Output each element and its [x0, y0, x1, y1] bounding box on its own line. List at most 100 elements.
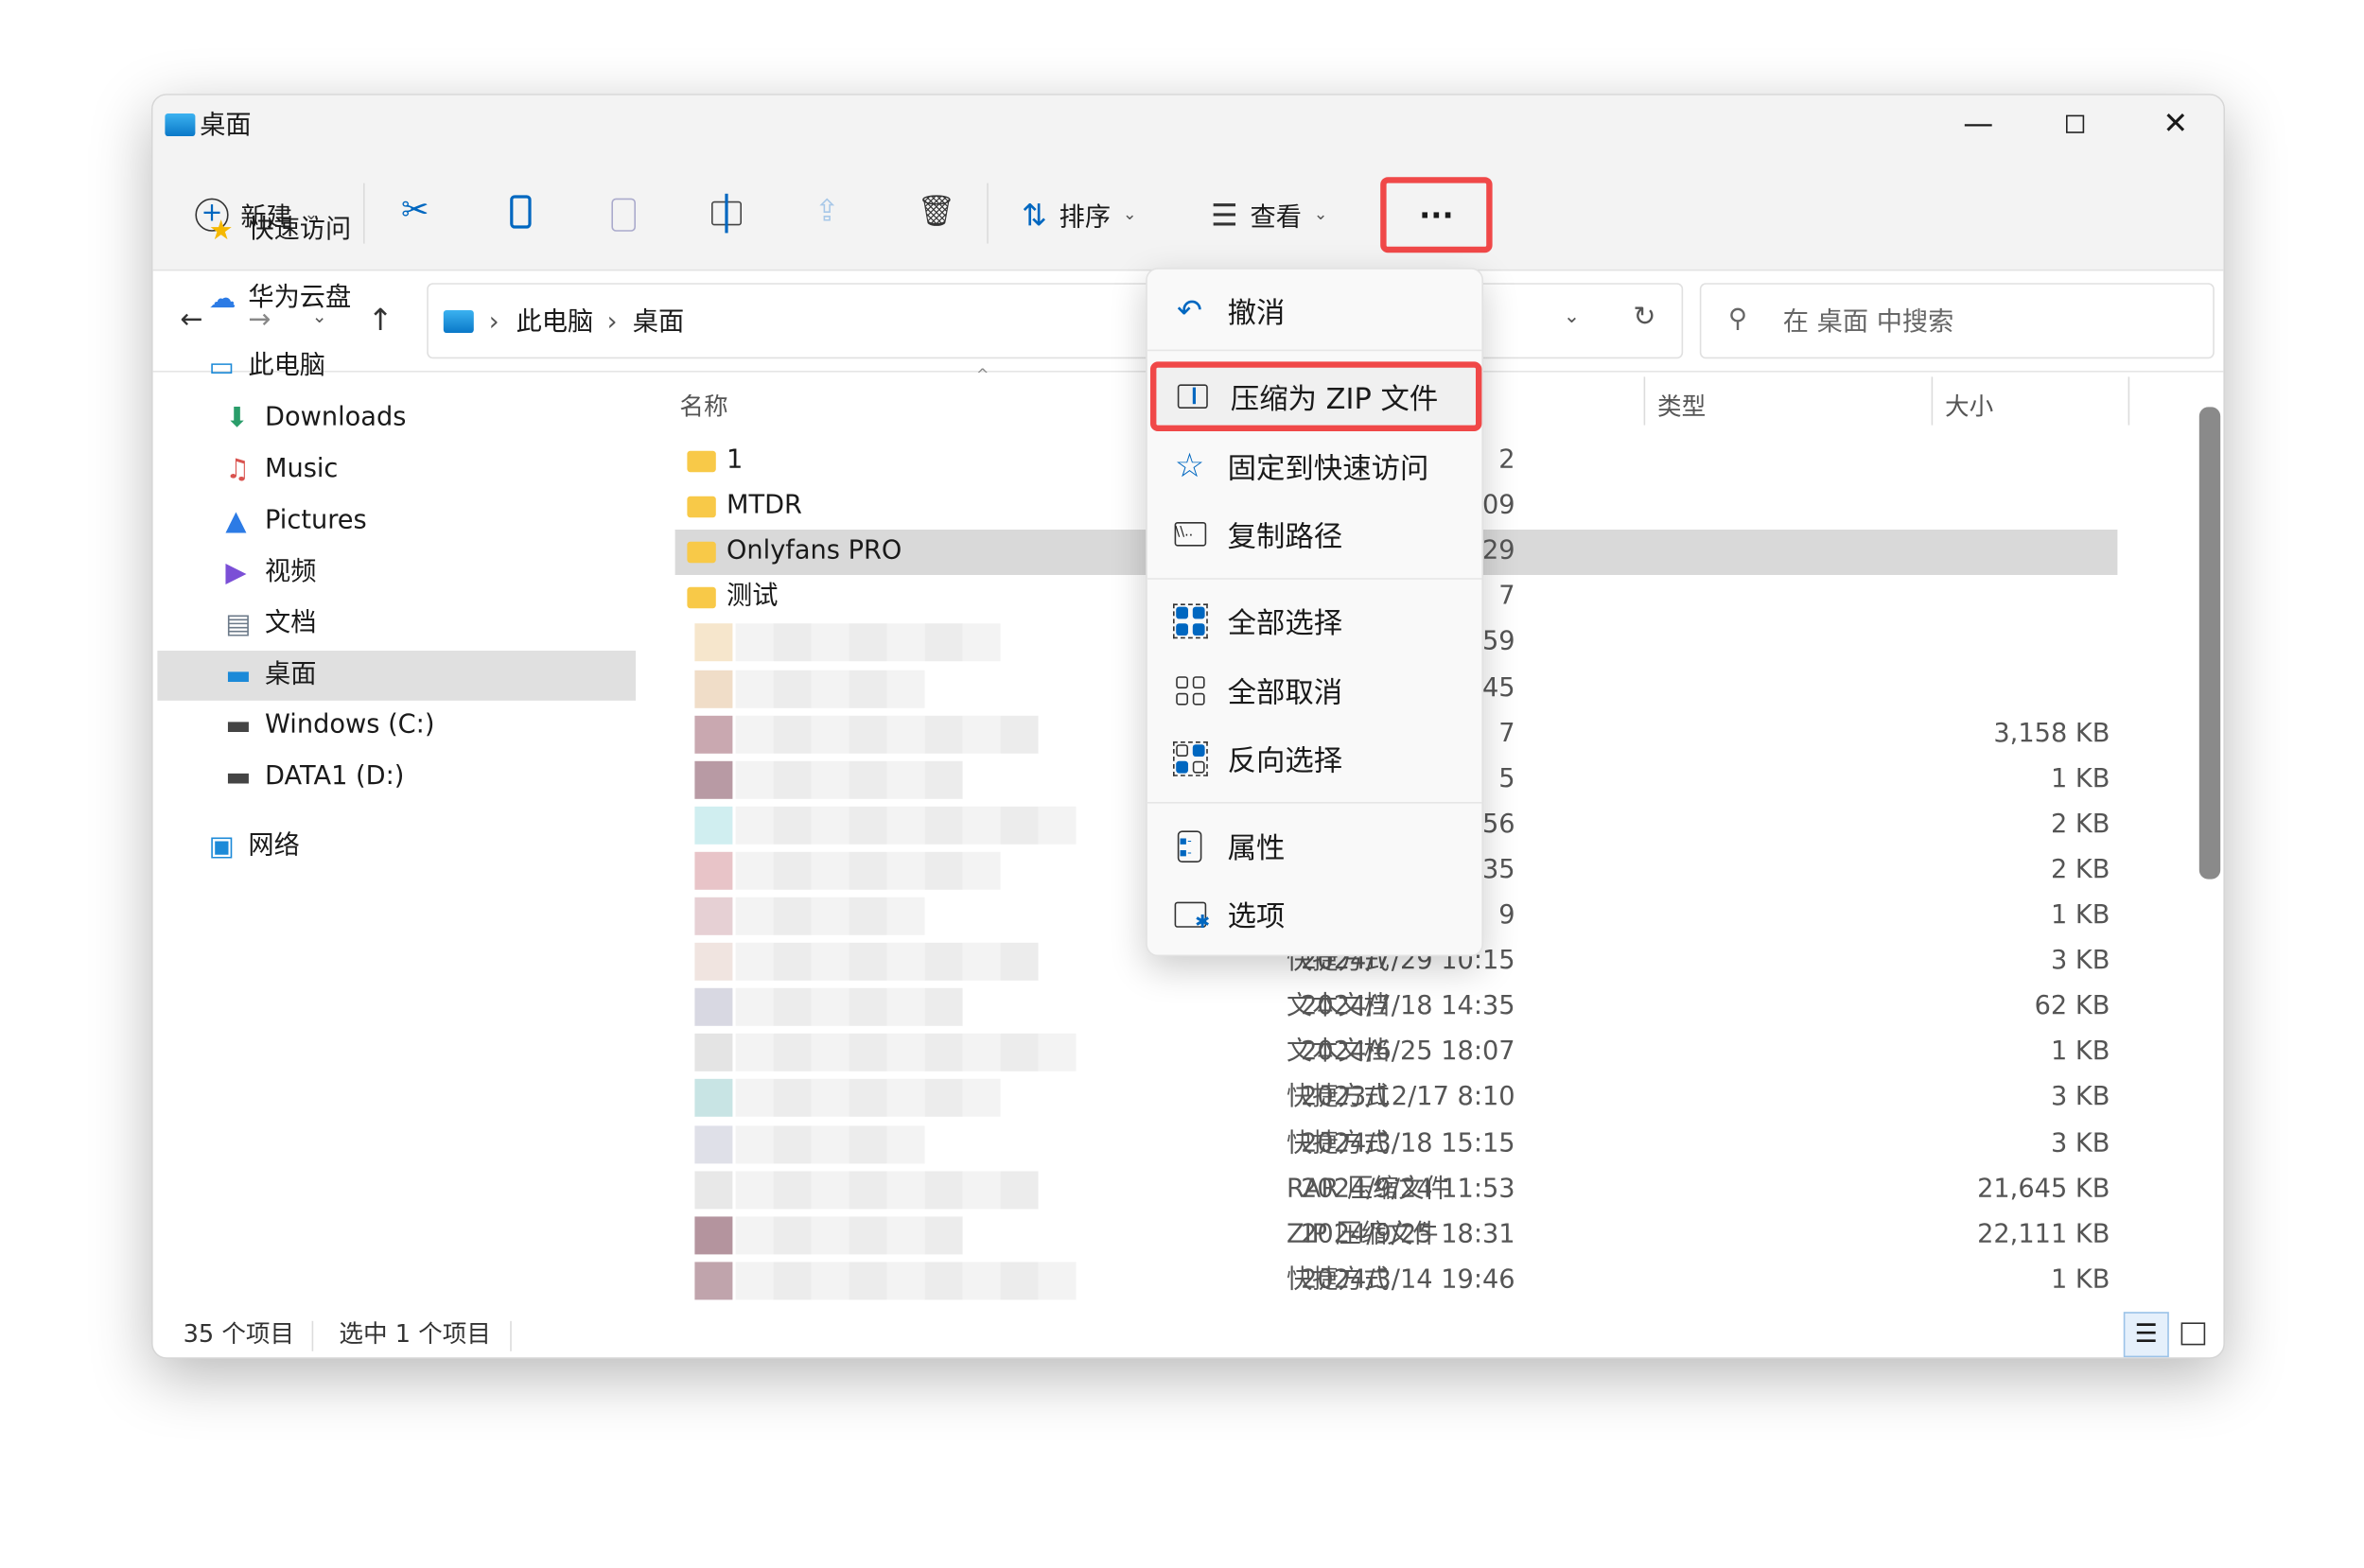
- file-row[interactable]: 2024/7/18 14:35 文本文档 62 KB: [675, 985, 2118, 1031]
- file-date: 29: [1481, 535, 1515, 566]
- menu-item[interactable]: 全部选择: [1147, 590, 1482, 651]
- file-date: 2: [1498, 444, 1515, 476]
- blurred-file-name: [962, 1262, 1001, 1300]
- file-date: 35: [1481, 854, 1515, 885]
- menu-item[interactable]: \\.. 复制路径: [1147, 504, 1482, 565]
- blurred-file-name: [886, 942, 925, 981]
- blurred-file-name: [735, 1215, 774, 1254]
- blurred-file-name: [849, 851, 887, 890]
- status-item-count: 35 个项目: [183, 1319, 295, 1349]
- menu-item[interactable]: 全部取消: [1147, 660, 1482, 721]
- blurred-file-icon: [694, 942, 733, 981]
- details-view-button[interactable]: ☰: [2123, 1312, 2169, 1358]
- blurred-file-name: [811, 897, 849, 935]
- menu-separator: [1147, 349, 1482, 352]
- file-row[interactable]: 2024/3/18 15:15 快捷方式 3 KB: [675, 1122, 2118, 1167]
- file-size: 3 KB: [2050, 946, 2110, 977]
- blurred-file-name: [849, 988, 887, 1027]
- file-type: RAR 压缩文件: [1287, 1173, 1450, 1204]
- divider: [510, 1320, 512, 1351]
- file-name: 1: [727, 444, 744, 476]
- blurred-file-name: [773, 670, 812, 707]
- invert-selection-icon: [1171, 740, 1207, 775]
- vertical-scrollbar-thumb[interactable]: [2198, 407, 2221, 880]
- blurred-file-name: [735, 1124, 774, 1163]
- blurred-file-name: [924, 760, 963, 799]
- blurred-file-icon: [694, 1170, 733, 1209]
- blurred-file-name: [735, 670, 774, 707]
- blurred-file-icon: [694, 670, 733, 707]
- blurred-file-name: [811, 623, 849, 662]
- file-size: 1 KB: [2050, 1037, 2110, 1068]
- blurred-file-name: [849, 1170, 887, 1209]
- menu-item-label: 复制路径: [1227, 519, 1343, 553]
- folder-icon: [687, 496, 716, 518]
- blurred-file-name: [886, 897, 925, 935]
- folder-icon: [687, 542, 716, 564]
- file-date: 9: [1498, 900, 1515, 931]
- blurred-file-name: [924, 1215, 963, 1254]
- blurred-file-name: [886, 715, 925, 754]
- menu-item[interactable]: ▪- ▪- 属性: [1147, 815, 1482, 876]
- file-size: 1 KB: [2050, 900, 2110, 931]
- blurred-file-name: [811, 1262, 849, 1300]
- file-size: 3,158 KB: [1993, 718, 2110, 749]
- blurred-file-name: [886, 851, 925, 890]
- file-row[interactable]: 2024/6/25 18:07 文本文档 1 KB: [675, 1031, 2118, 1076]
- blurred-file-name: [1038, 1034, 1077, 1072]
- file-date: 59: [1481, 627, 1515, 658]
- large-icons-view-button[interactable]: [2180, 1322, 2206, 1346]
- blurred-file-name: [735, 988, 774, 1027]
- blurred-file-name: [735, 1079, 774, 1118]
- blurred-file-name: [1000, 806, 1039, 845]
- blurred-file-name: [886, 623, 925, 662]
- file-type: ZIP 压缩文件: [1287, 1219, 1439, 1250]
- blurred-file-name: [773, 1262, 812, 1300]
- file-size: 62 KB: [2034, 991, 2110, 1022]
- blurred-file-name: [773, 897, 812, 935]
- blurred-file-icon: [694, 1262, 733, 1300]
- menu-item[interactable]: ✱ 选项: [1147, 883, 1482, 944]
- pin-star-icon: ☆: [1174, 446, 1205, 485]
- menu-item-label: 全部取消: [1227, 675, 1343, 709]
- file-size: 2 KB: [2050, 854, 2110, 885]
- menu-item[interactable]: 压缩为 ZIP 文件: [1150, 361, 1482, 431]
- blurred-file-name: [1000, 1262, 1039, 1300]
- blurred-file-name: [773, 1215, 812, 1254]
- blurred-file-name: [773, 988, 812, 1027]
- blurred-file-name: [962, 851, 1001, 890]
- file-type: 快捷方式: [1287, 1127, 1390, 1159]
- blurred-file-name: [924, 851, 963, 890]
- blurred-file-name: [735, 851, 774, 890]
- menu-item-label: 属性: [1227, 831, 1286, 865]
- blurred-file-name: [811, 1034, 849, 1072]
- file-size: 22,111 KB: [1977, 1219, 2110, 1250]
- blurred-file-name: [811, 1215, 849, 1254]
- menu-item[interactable]: ↶ 撤消: [1147, 280, 1482, 340]
- file-size: 1 KB: [2050, 1264, 2110, 1296]
- blurred-file-name: [962, 623, 1001, 662]
- options-icon: ✱: [1171, 896, 1210, 932]
- blurred-file-name: [849, 1034, 887, 1072]
- file-row[interactable]: 2024/3/14 19:46 快捷方式 1 KB: [675, 1259, 2118, 1304]
- blurred-file-name: [811, 851, 849, 890]
- blurred-file-name: [773, 715, 812, 754]
- file-type: 快捷方式: [1287, 1264, 1390, 1296]
- file-row[interactable]: 2023/12/17 8:10 快捷方式 3 KB: [675, 1076, 2118, 1122]
- file-size: 3 KB: [2050, 1082, 2110, 1113]
- blurred-file-name: [849, 1262, 887, 1300]
- blurred-file-name: [735, 806, 774, 845]
- blurred-file-name: [924, 1262, 963, 1300]
- menu-item[interactable]: 反向选择: [1147, 728, 1482, 789]
- blurred-file-icon: [694, 806, 733, 845]
- blurred-file-name: [735, 623, 774, 662]
- file-size: 3 KB: [2050, 1127, 2110, 1159]
- file-row[interactable]: 2024/9/24 11:53 RAR 压缩文件 21,645 KB: [675, 1168, 2118, 1213]
- file-row[interactable]: 2024/9/25 18:31 ZIP 压缩文件 22,111 KB: [675, 1213, 2118, 1259]
- blurred-file-name: [1000, 942, 1039, 981]
- file-type: 文本文档: [1287, 991, 1390, 1022]
- blurred-file-name: [924, 1079, 963, 1118]
- menu-item[interactable]: ☆ 固定到快速访问: [1147, 436, 1482, 497]
- blurred-file-name: [924, 1034, 963, 1072]
- file-name: MTDR: [727, 490, 802, 521]
